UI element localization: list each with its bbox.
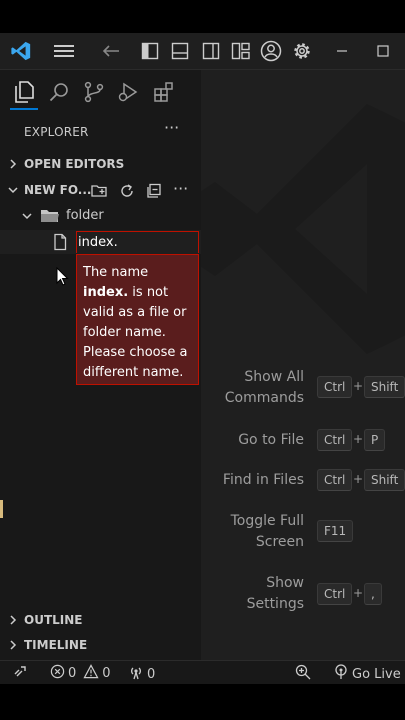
timeline-section[interactable]: TIMELINE: [0, 634, 201, 658]
extensions-icon[interactable]: [150, 78, 178, 106]
explorer-header: EXPLORER: [24, 125, 89, 139]
kbd-p: P: [364, 429, 386, 451]
toggle-secondary-sidebar-icon[interactable]: [199, 39, 223, 63]
menu-icon[interactable]: [52, 39, 76, 63]
broadcast-icon: [128, 664, 144, 684]
customize-layout-icon[interactable]: [229, 39, 253, 63]
workspace-label: NEW FO...: [24, 183, 92, 197]
ports-count: 0: [147, 666, 156, 682]
show-settings-row[interactable]: Show Settings Ctrl + ,: [201, 573, 405, 613]
kbd-plus: +: [353, 586, 364, 600]
source-control-icon[interactable]: [80, 78, 108, 106]
show-settings-label: Show Settings: [246, 575, 304, 612]
new-file-row[interactable]: [0, 230, 201, 254]
kbd-plus: +: [353, 432, 364, 446]
kbd-comma: ,: [364, 583, 382, 605]
vscode-watermark-logo-icon: [201, 104, 405, 358]
remote-indicator[interactable]: [12, 664, 28, 680]
edge-marker: [0, 500, 3, 518]
activity-bar: [0, 70, 201, 112]
refresh-icon[interactable]: [118, 182, 136, 203]
folder-label: folder: [66, 208, 104, 223]
radio-tower-icon: [333, 664, 349, 684]
workspace-section[interactable]: NEW FO... ···: [0, 179, 201, 203]
kbd-plus: +: [353, 379, 364, 393]
title-bar: [0, 33, 405, 70]
status-bar: 0 0 0 Go Live: [0, 660, 405, 684]
mouse-cursor-icon: [56, 266, 70, 291]
kbd-shift: Shift: [364, 376, 405, 398]
chevron-right-icon: [6, 638, 20, 652]
chevron-right-icon: [6, 157, 20, 171]
filename-input[interactable]: [76, 231, 199, 253]
kbd-ctrl: Ctrl: [317, 469, 353, 491]
error-count: 0: [68, 666, 77, 681]
collapse-all-icon[interactable]: [145, 182, 163, 203]
zoom-icon[interactable]: [295, 664, 311, 680]
error-filename: index.: [83, 285, 129, 300]
validation-error-popup: The name index. is not valid as a file o…: [76, 254, 199, 385]
file-icon: [52, 233, 68, 255]
chevron-down-icon: [20, 209, 34, 227]
new-file-icon[interactable]: [90, 182, 108, 203]
toggle-full-screen-label: Toggle Full Screen: [230, 513, 304, 550]
search-icon[interactable]: [45, 78, 73, 106]
gear-icon[interactable]: [290, 39, 314, 63]
go-to-file-label: Go to File: [238, 432, 304, 448]
explorer-more-actions[interactable]: ···: [164, 118, 179, 137]
show-all-commands-row[interactable]: Show All Commands Ctrl + Shift: [201, 367, 405, 407]
toggle-full-screen-row[interactable]: Toggle Full Screen F11: [201, 511, 405, 551]
outline-label: OUTLINE: [24, 613, 83, 627]
kbd-ctrl: Ctrl: [317, 376, 353, 398]
folder-row[interactable]: folder: [0, 205, 201, 229]
account-icon[interactable]: [259, 39, 283, 63]
explorer-sidebar: EXPLORER ··· OPEN EDITORS NEW FO... ··· …: [0, 112, 201, 660]
go-to-file-row[interactable]: Go to File Ctrl + P: [201, 429, 405, 470]
kbd-shift: Shift: [364, 469, 405, 491]
toggle-primary-sidebar-icon[interactable]: [138, 39, 162, 63]
vscode-logo-icon: [9, 39, 33, 63]
warning-count: 0: [102, 666, 111, 681]
minimize-icon[interactable]: [330, 39, 354, 63]
explorer-icon[interactable]: [10, 78, 38, 106]
workspace-more-actions[interactable]: ···: [173, 179, 188, 198]
active-view-indicator: [10, 108, 38, 110]
kbd-f11: F11: [317, 520, 354, 542]
kbd-ctrl: Ctrl: [317, 429, 353, 451]
error-circle-icon: [50, 664, 65, 683]
go-live-label: Go Live: [352, 666, 401, 682]
find-in-files-row[interactable]: Find in Files Ctrl + Shift: [201, 469, 405, 510]
open-editors-label: OPEN EDITORS: [24, 157, 125, 171]
folder-icon: [40, 208, 60, 228]
show-all-commands-label: Show All Commands: [224, 369, 304, 406]
ports-indicator[interactable]: 0: [128, 664, 155, 684]
toggle-panel-icon[interactable]: [168, 39, 192, 63]
kbd-ctrl: Ctrl: [317, 583, 353, 605]
warning-icon: [83, 664, 99, 683]
editor-area: Show All Commands Ctrl + Shift Go to Fil…: [201, 70, 405, 660]
open-editors-section[interactable]: OPEN EDITORS: [0, 153, 201, 177]
kbd-plus: +: [353, 472, 364, 486]
chevron-down-icon: [6, 183, 20, 197]
problems-indicator[interactable]: 0 0: [50, 664, 111, 683]
run-debug-icon[interactable]: [114, 78, 142, 106]
back-arrow-icon[interactable]: [99, 39, 123, 63]
maximize-icon[interactable]: [371, 39, 395, 63]
error-prefix: The name: [83, 265, 149, 280]
find-in-files-label: Find in Files: [222, 472, 304, 488]
go-live-button[interactable]: Go Live: [333, 664, 401, 684]
timeline-label: TIMELINE: [24, 638, 88, 652]
outline-section[interactable]: OUTLINE: [0, 609, 201, 633]
chevron-right-icon: [6, 613, 20, 627]
